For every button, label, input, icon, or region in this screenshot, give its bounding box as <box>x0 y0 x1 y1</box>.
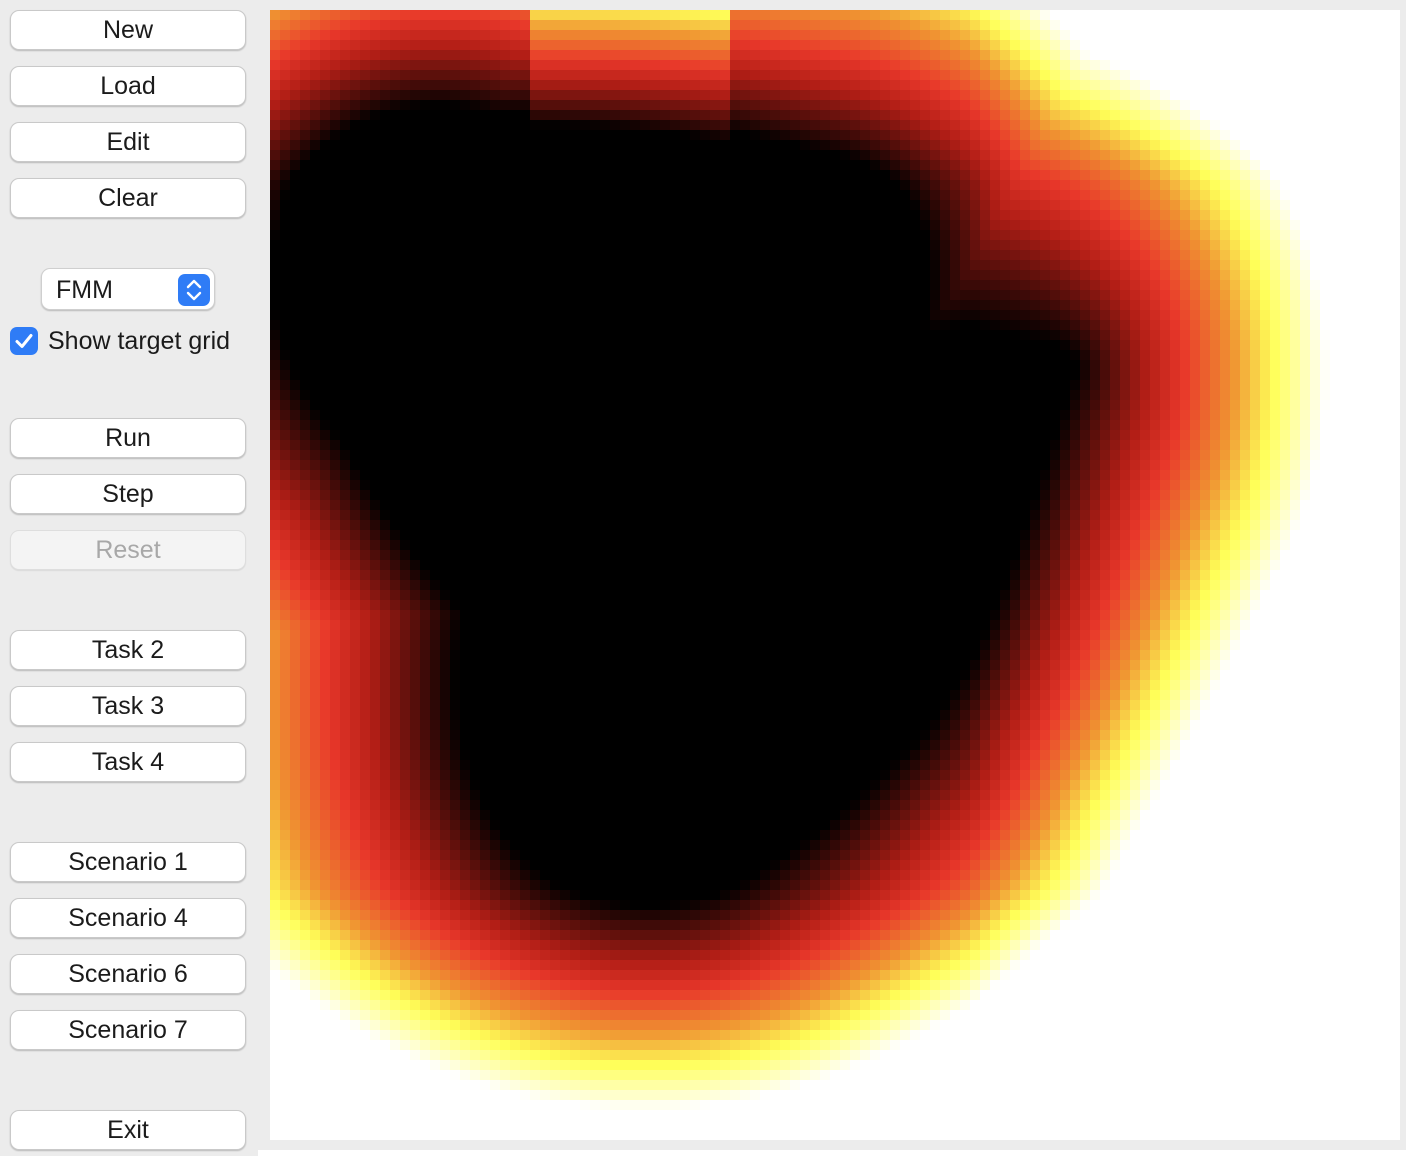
canvas-bottom-border <box>258 1150 1406 1156</box>
task-2-button[interactable]: Task 2 <box>10 630 246 670</box>
scenario-6-button[interactable]: Scenario 6 <box>10 954 246 994</box>
obstacle-diagonal-wall-cell <box>1052 359 1067 374</box>
scenario-1-button[interactable]: Scenario 1 <box>10 842 246 882</box>
step-button[interactable]: Step <box>10 474 246 514</box>
simulation-canvas[interactable] <box>270 10 1400 1140</box>
new-button[interactable]: New <box>10 10 246 50</box>
exit-button[interactable]: Exit <box>10 1110 246 1150</box>
scenario-4-button[interactable]: Scenario 4 <box>10 898 246 938</box>
load-button[interactable]: Load <box>10 66 246 106</box>
show-target-grid-label: Show target grid <box>48 326 231 355</box>
obstacle-horizontal-wall <box>406 236 836 247</box>
algorithm-select-value: FMM <box>56 276 113 304</box>
checkmark-icon <box>15 334 33 348</box>
edit-button[interactable]: Edit <box>10 122 246 162</box>
task-3-button[interactable]: Task 3 <box>10 686 246 726</box>
scenario-7-button[interactable]: Scenario 7 <box>10 1010 246 1050</box>
task-4-button[interactable]: Task 4 <box>10 742 246 782</box>
show-target-grid-option[interactable]: Show target grid <box>10 324 230 358</box>
show-target-grid-checkbox[interactable] <box>10 327 38 355</box>
clear-button[interactable]: Clear <box>10 178 246 218</box>
algorithm-select[interactable]: FMM <box>41 268 215 310</box>
obstacles-layer <box>406 202 1067 792</box>
run-button[interactable]: Run <box>10 418 246 458</box>
reset-button[interactable]: Reset <box>10 530 246 570</box>
chevron-up-down-icon <box>178 274 210 306</box>
